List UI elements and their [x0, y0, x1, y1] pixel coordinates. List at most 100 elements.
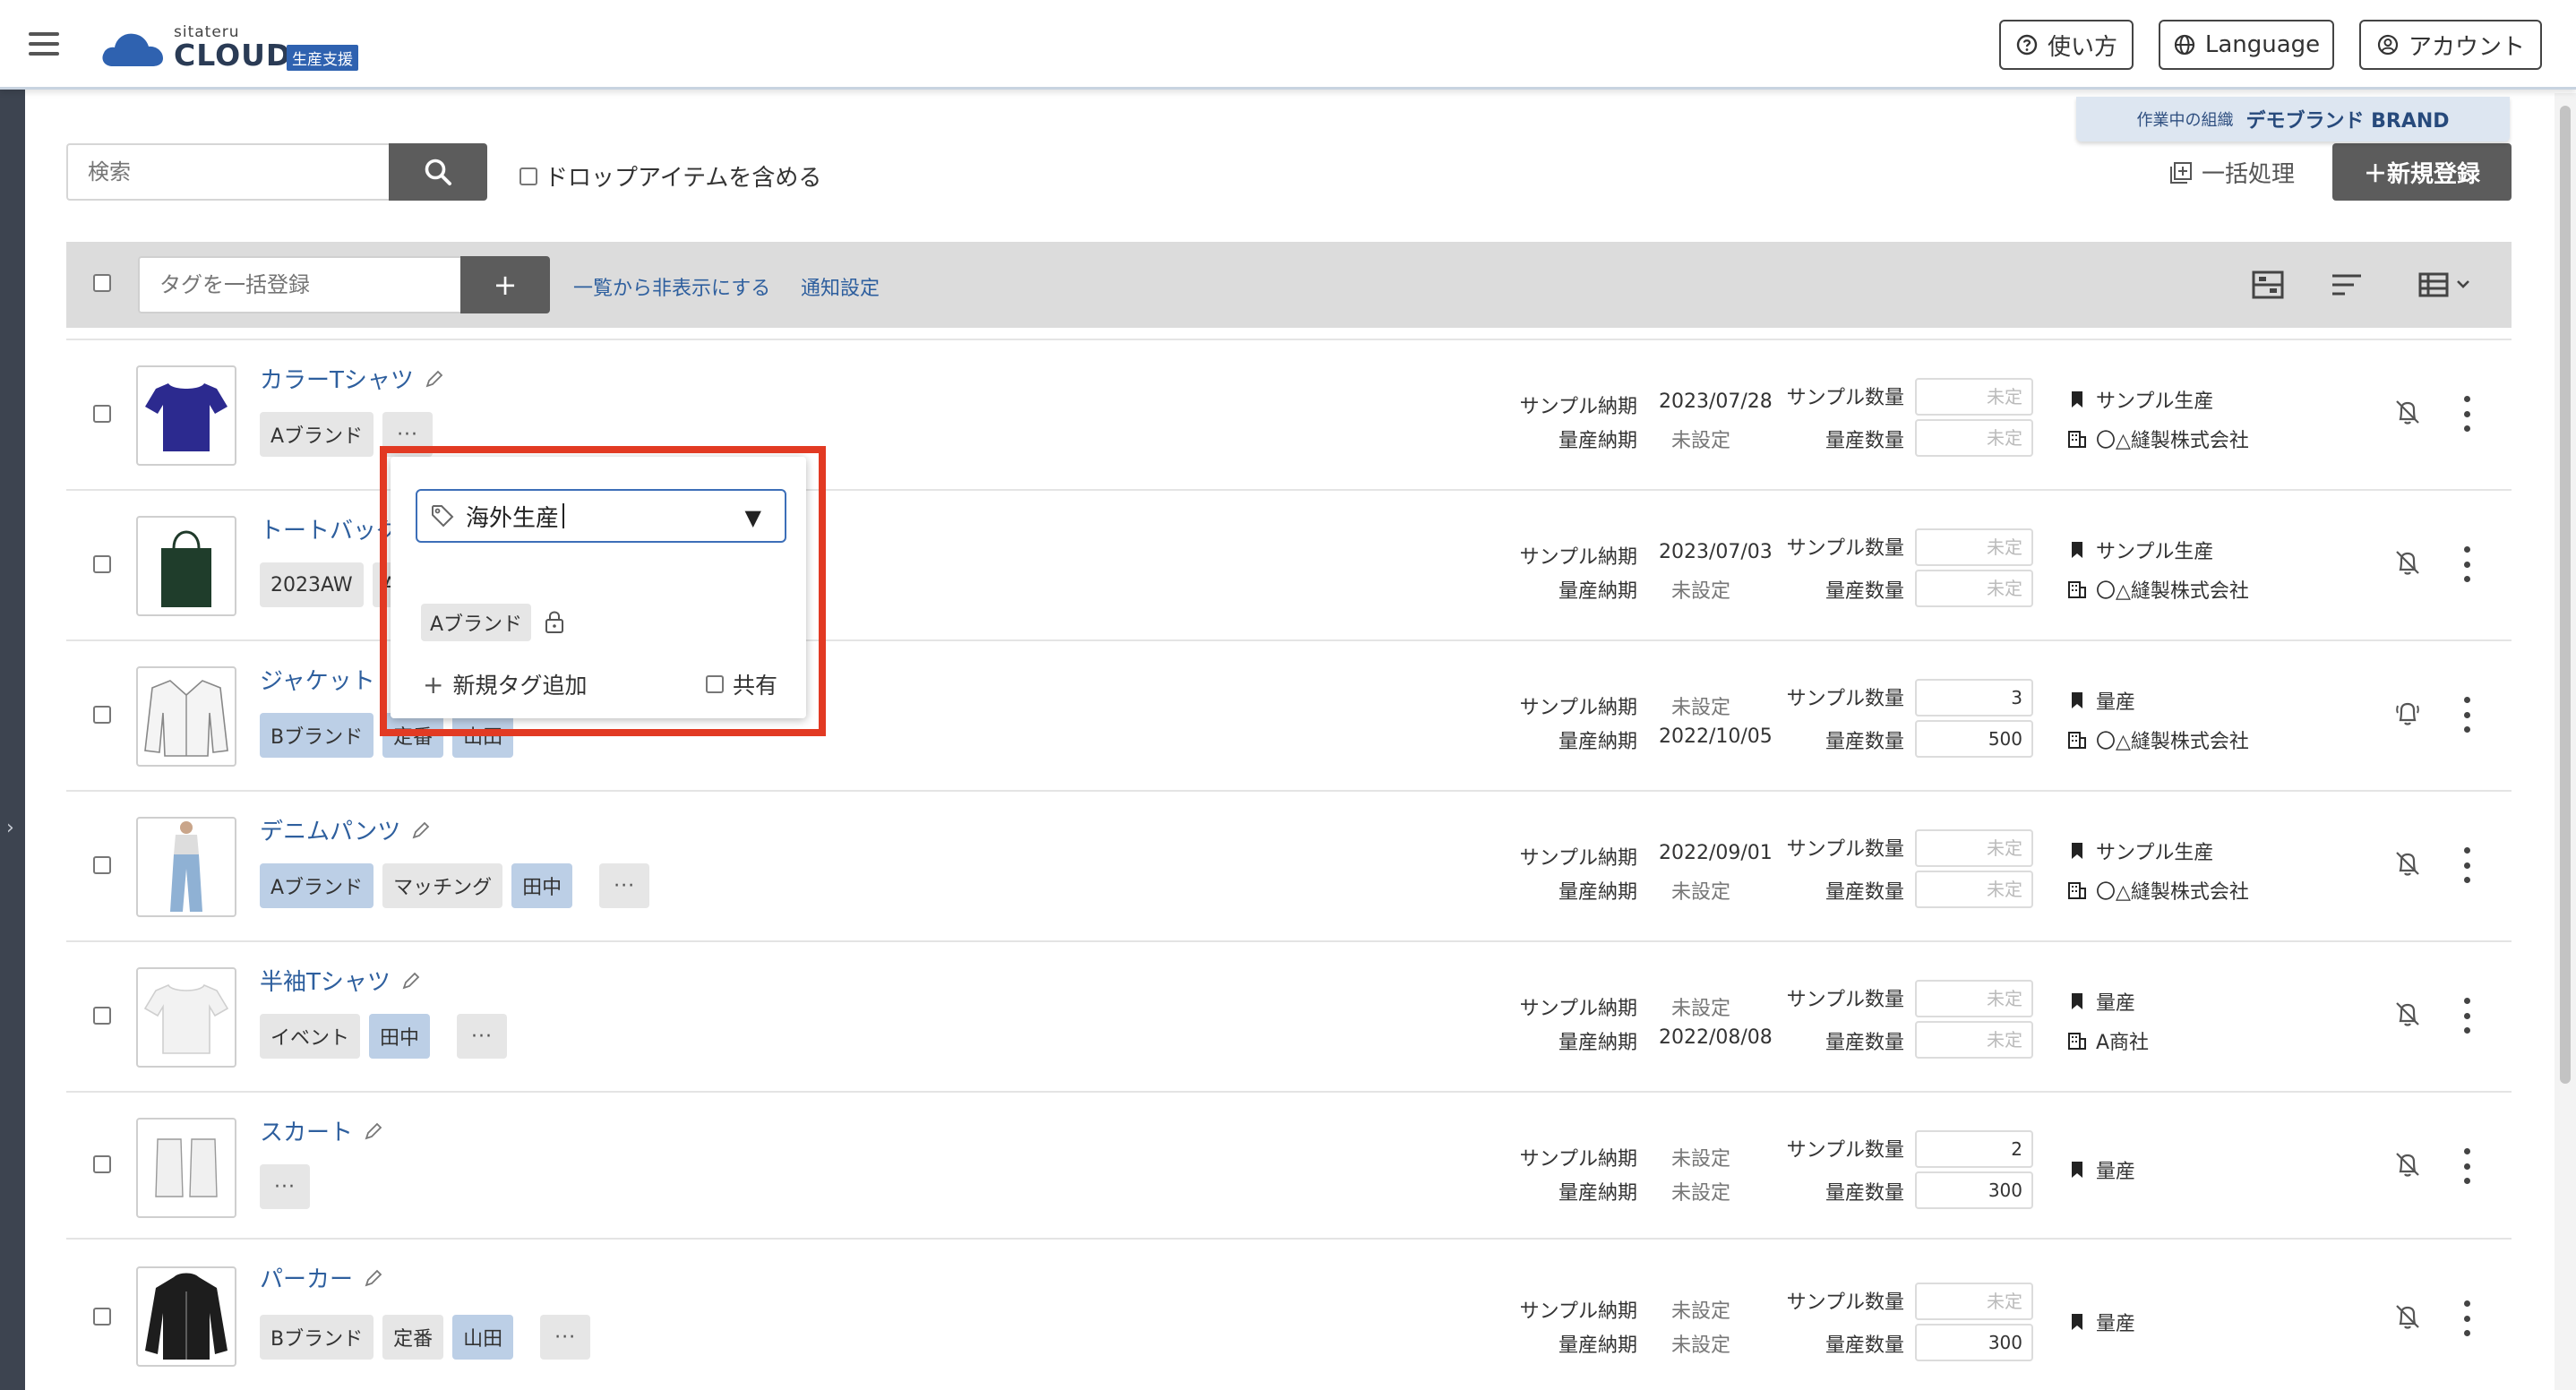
caret-down-icon[interactable]: ▼	[745, 505, 761, 530]
tag[interactable]: Aブランド	[260, 863, 374, 908]
row-checkbox[interactable]	[93, 1007, 111, 1025]
new-registration-button[interactable]: ＋新規登録	[2332, 143, 2512, 201]
tag[interactable]: Bブランド	[260, 1315, 374, 1360]
tag[interactable]: 定番	[382, 713, 444, 758]
product-thumbnail[interactable]	[136, 1118, 236, 1218]
mass-qty-input[interactable]: 未定	[1915, 871, 2033, 908]
account-button[interactable]: アカウント	[2359, 20, 2542, 70]
more-tags-button[interactable]: ···	[457, 1014, 508, 1059]
row-menu-kebab-icon[interactable]	[2461, 1148, 2472, 1184]
help-button[interactable]: 使い方	[1999, 20, 2134, 70]
checkbox[interactable]	[519, 167, 537, 185]
product-name-link[interactable]: パーカー	[260, 1261, 383, 1294]
tag-select-input[interactable]: 海外生産 ▼	[416, 489, 786, 543]
mass-qty-input[interactable]: 500	[1915, 720, 2033, 758]
app-logo[interactable]: sitateru CLOUD 生産支援	[100, 20, 369, 73]
hide-from-list-link[interactable]: 一覧から非表示にする	[573, 272, 770, 301]
row-menu-kebab-icon[interactable]	[2461, 546, 2472, 582]
bell-off-icon[interactable]	[2391, 1148, 2424, 1180]
scrollbar-thumb[interactable]	[2560, 106, 2571, 1084]
row-checkbox[interactable]	[93, 1155, 111, 1173]
bulk-tag-add-button[interactable]: +	[460, 256, 550, 313]
product-name-link[interactable]: ジャケット	[260, 663, 375, 696]
mass-qty-input[interactable]: 300	[1915, 1171, 2033, 1209]
search-button[interactable]	[389, 143, 487, 201]
product-name-link[interactable]: スカート	[260, 1114, 383, 1147]
product-name-link[interactable]: 半袖Tシャツ	[260, 964, 421, 997]
more-tags-button[interactable]: ···	[260, 1164, 310, 1209]
row-checkbox[interactable]	[93, 706, 111, 724]
bell-on-icon[interactable]	[2391, 697, 2424, 729]
bulk-process-button[interactable]: 一括処理	[2169, 156, 2295, 189]
bulk-tag-input[interactable]	[138, 256, 460, 313]
mass-qty-input[interactable]: 未定	[1915, 419, 2033, 457]
bell-off-icon[interactable]	[2391, 396, 2424, 428]
row-menu-kebab-icon[interactable]	[2461, 1300, 2472, 1336]
product-thumbnail[interactable]	[136, 516, 236, 616]
row-menu-kebab-icon[interactable]	[2461, 396, 2472, 432]
pencil-icon[interactable]	[425, 369, 444, 389]
sample-qty-input[interactable]: 未定	[1915, 528, 2033, 566]
sidebar-toggle-strip[interactable]: ›	[0, 90, 25, 1390]
more-tags-button[interactable]: ···	[382, 412, 434, 457]
tag[interactable]: Bブランド	[260, 713, 374, 758]
sample-qty-input[interactable]: 未定	[1915, 980, 2033, 1017]
product-thumbnail[interactable]	[136, 666, 236, 767]
bell-off-icon[interactable]	[2391, 847, 2424, 879]
tag[interactable]: イベント	[260, 1014, 361, 1059]
tag[interactable]: 定番	[382, 1315, 444, 1360]
add-new-tag-button[interactable]: + 新規タグ追加	[423, 668, 587, 700]
product-thumbnail[interactable]	[136, 967, 236, 1068]
pencil-icon[interactable]	[401, 971, 421, 991]
sort-icon[interactable]	[2329, 267, 2365, 303]
pencil-icon[interactable]	[411, 820, 431, 840]
search-input[interactable]	[66, 143, 389, 201]
card-view-icon[interactable]	[2250, 267, 2286, 303]
bell-off-icon[interactable]	[2391, 998, 2424, 1030]
row-checkbox[interactable]	[93, 856, 111, 874]
row-checkbox[interactable]	[93, 555, 111, 573]
tag[interactable]: 田中	[511, 863, 573, 908]
row-checkbox[interactable]	[93, 405, 111, 423]
sample-qty-input[interactable]: 未定	[1915, 1283, 2033, 1320]
tag[interactable]: Aブランド	[260, 412, 374, 457]
existing-tag[interactable]: Aブランド	[421, 604, 532, 641]
more-tags-button[interactable]: ···	[599, 863, 650, 908]
language-button[interactable]: Language	[2159, 20, 2334, 70]
row-menu-kebab-icon[interactable]	[2461, 847, 2472, 883]
row-menu-kebab-icon[interactable]	[2461, 697, 2472, 733]
pencil-icon[interactable]	[364, 1121, 383, 1141]
tag[interactable]: 山田	[452, 1315, 514, 1360]
tag[interactable]: 山田	[452, 713, 514, 758]
mass-qty-input[interactable]: 未定	[1915, 570, 2033, 607]
hamburger-menu-icon[interactable]	[29, 32, 59, 56]
row-menu-kebab-icon[interactable]	[2461, 998, 2472, 1034]
product-thumbnail[interactable]	[136, 365, 236, 466]
mass-qty-input[interactable]: 300	[1915, 1324, 2033, 1361]
product-name-link[interactable]: デニムパンツ	[260, 813, 431, 846]
pencil-icon[interactable]	[364, 1268, 383, 1288]
select-all-checkbox[interactable]	[93, 274, 111, 292]
product-name-link[interactable]: トートバッグ	[260, 512, 399, 545]
checkbox[interactable]	[706, 675, 724, 693]
sample-qty-input[interactable]: 未定	[1915, 378, 2033, 416]
share-checkbox[interactable]: 共有	[706, 668, 777, 700]
notification-settings-link[interactable]: 通知設定	[801, 272, 880, 301]
tag[interactable]: マッチング	[382, 863, 503, 908]
sample-qty-input[interactable]: 2	[1915, 1130, 2033, 1168]
product-name-link[interactable]: カラーTシャツ	[260, 362, 444, 395]
more-tags-button[interactable]: ···	[540, 1315, 591, 1360]
sample-qty-input[interactable]: 未定	[1915, 829, 2033, 867]
include-drop-items-checkbox[interactable]: ドロップアイテムを含める	[519, 159, 821, 193]
product-thumbnail[interactable]	[136, 1266, 236, 1367]
bell-off-icon[interactable]	[2391, 1300, 2424, 1333]
tag[interactable]: 田中	[369, 1014, 431, 1059]
bell-off-icon[interactable]	[2391, 546, 2424, 579]
mass-qty-input[interactable]: 未定	[1915, 1021, 2033, 1059]
product-thumbnail[interactable]	[136, 817, 236, 917]
row-checkbox[interactable]	[93, 1308, 111, 1326]
sample-qty-input[interactable]: 3	[1915, 679, 2033, 716]
lock-icon[interactable]	[543, 609, 566, 634]
tag[interactable]: 2023AW	[260, 562, 364, 607]
list-view-dropdown-icon[interactable]	[2417, 267, 2479, 303]
